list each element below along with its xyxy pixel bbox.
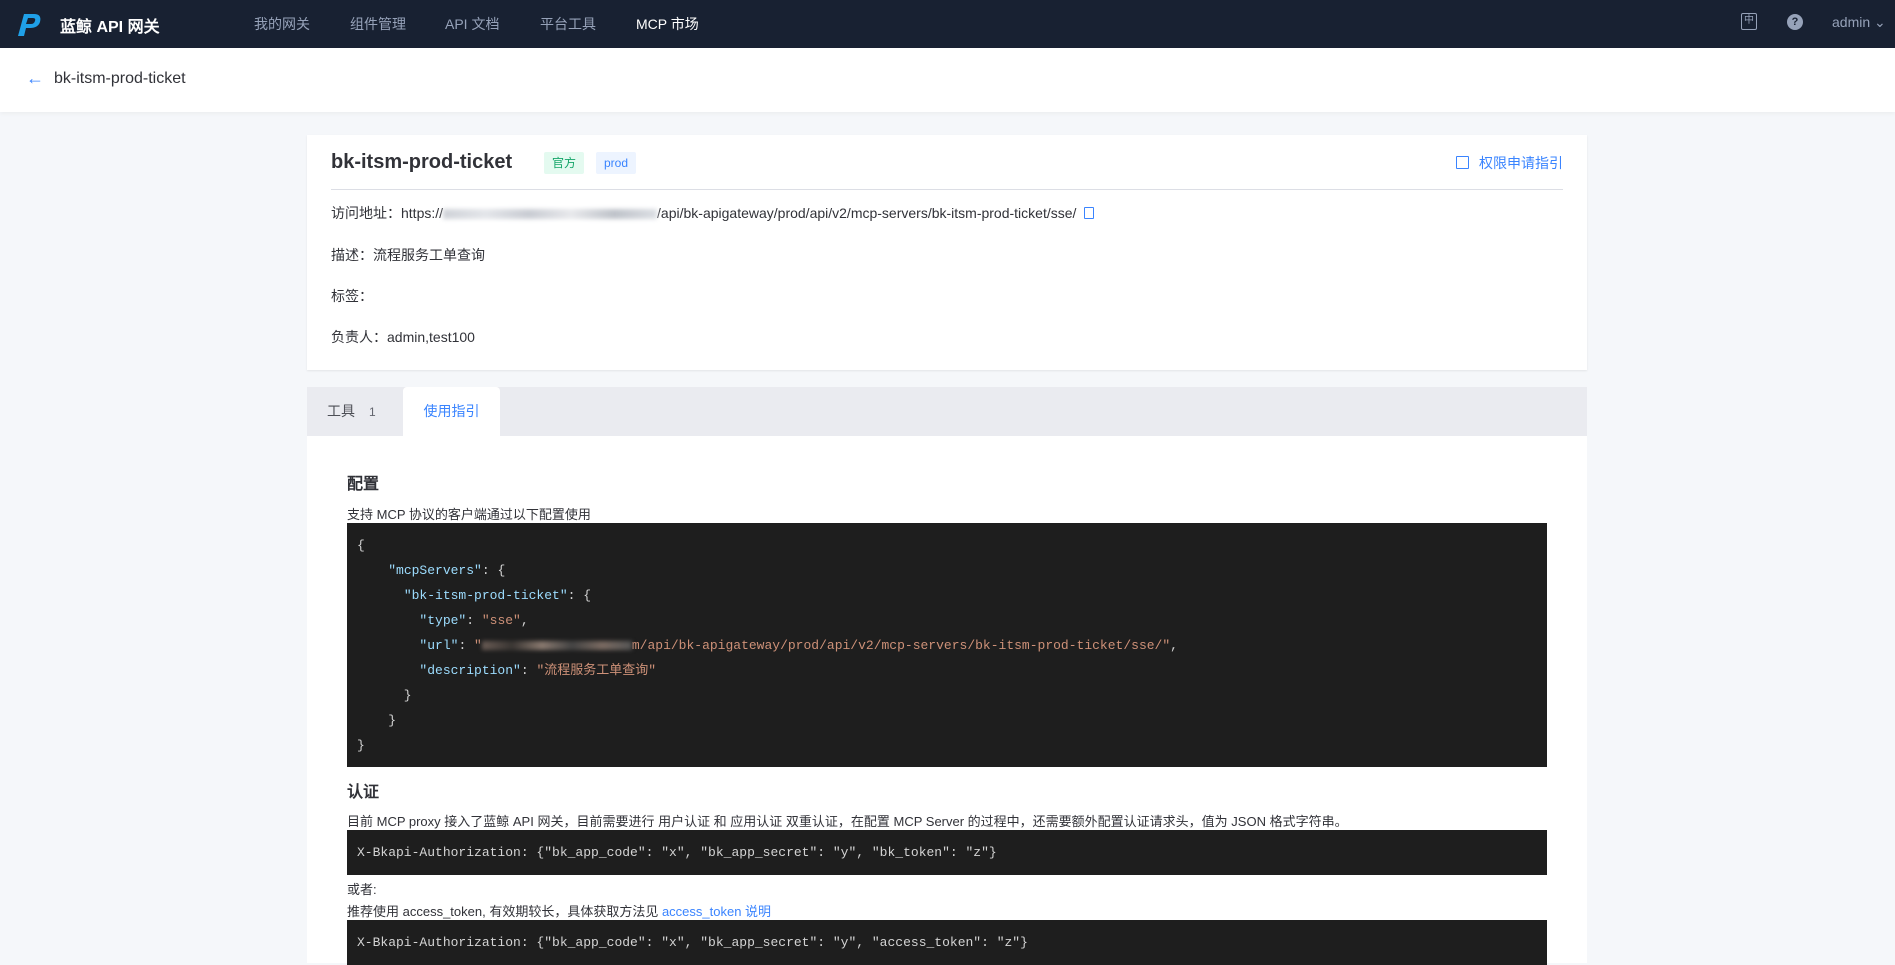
official-tag: 官方 — [544, 152, 585, 174]
tab-usage-guide[interactable]: 使用指引 — [403, 387, 500, 436]
usage-guide-panel: 配置 支持 MCP 协议的客户端通过以下配置使用 { "mcpServers":… — [307, 436, 1587, 965]
code-key: "mcpServers" — [388, 563, 482, 578]
server-title: bk-itsm-prod-ticket — [331, 151, 513, 173]
auth-heading: 认证 — [347, 784, 380, 801]
desc-value: 流程服务工单查询 — [373, 247, 485, 263]
code-line: "description": "流程服务工单查询" — [419, 663, 657, 678]
code-string: " — [474, 638, 482, 653]
user-menu[interactable]: admin ⌄ — [1832, 14, 1886, 31]
desc-label: 描述： — [331, 247, 373, 263]
nav-mcp-market[interactable]: MCP 市场 — [636, 14, 699, 34]
code-key: "url" — [419, 638, 459, 653]
auth-code-block-2[interactable]: X-Bkapi-Authorization: {"bk_app_code": "… — [347, 920, 1547, 965]
language-icon[interactable]: 中 — [1741, 13, 1757, 30]
tab-tools-label: 工具 — [327, 403, 355, 419]
code-line: "type": "sse", — [419, 613, 529, 628]
copy-icon[interactable] — [1084, 207, 1095, 219]
chevron-down-icon: ⌄ — [1874, 14, 1886, 30]
code-key: "type" — [419, 613, 467, 628]
config-description: 支持 MCP 协议的客户端通过以下配置使用 — [347, 507, 591, 522]
recommend-label: 推荐使用 access_token, 有效期较长，具体获取方法见 — [347, 904, 659, 919]
permission-guide-link[interactable]: 权限申请指引 — [1456, 153, 1563, 173]
tab-tools-count: 1 — [369, 405, 376, 419]
redacted-host — [443, 209, 658, 220]
top-navbar: 蓝鲸 API 网关 我的网关 组件管理 API 文档 平台工具 MCP 市场 中… — [0, 0, 1895, 48]
owner-label: 负责人： — [331, 329, 387, 345]
app-logo-icon — [18, 14, 41, 36]
nav-platform-tools[interactable]: 平台工具 — [540, 14, 596, 34]
owner-row: 负责人：admin,test100 — [331, 327, 475, 347]
nav-components[interactable]: 组件管理 — [350, 14, 406, 34]
server-info-card: bk-itsm-prod-ticket 官方 prod 权限申请指引 访问地址：… — [307, 135, 1587, 370]
access-url-row: 访问地址：https:// /api/bk-apigateway/prod/api… — [331, 203, 1095, 223]
recommend-text: 推荐使用 access_token, 有效期较长，具体获取方法见 access_… — [347, 901, 771, 920]
config-heading: 配置 — [347, 476, 380, 493]
brand-title: 蓝鲸 API 网关 — [60, 19, 160, 36]
url-label: 访问地址： — [331, 205, 401, 221]
labels-row: 标签： — [331, 286, 373, 306]
help-icon[interactable]: ? — [1787, 14, 1803, 30]
code-line: "bk-itsm-prod-ticket": { — [403, 588, 592, 603]
tab-bar: 工具 1 使用指引 — [307, 387, 1587, 436]
tab-tools[interactable]: 工具 1 — [327, 387, 376, 436]
access-token-doc-link[interactable]: access_token 说明 — [662, 904, 771, 919]
nav-my-gateway[interactable]: 我的网关 — [254, 14, 310, 34]
code-string: "流程服务工单查询" — [536, 663, 657, 678]
code-key: "bk-itsm-prod-ticket" — [403, 588, 568, 603]
back-arrow-icon[interactable]: ← — [26, 68, 44, 89]
code-string: m/api/bk-apigateway/prod/api/v2/mcp-serv… — [631, 638, 1171, 653]
permission-guide-label: 权限申请指引 — [1479, 155, 1563, 171]
code-line: "mcpServers": { — [388, 563, 506, 578]
divider — [331, 189, 1563, 190]
nav-api-docs[interactable]: API 文档 — [445, 14, 499, 34]
url-prefix: https:// — [401, 205, 444, 221]
or-text: 或者: — [347, 882, 377, 897]
owner-value: admin,test100 — [387, 329, 475, 345]
code-line: "url": " m/api/bk-apigateway/prod/api/v2/… — [419, 638, 1178, 653]
page-subheader: ← bk-itsm-prod-ticket — [0, 48, 1895, 112]
code-key: "description" — [419, 663, 521, 678]
env-tag: prod — [596, 152, 637, 174]
page-title: bk-itsm-prod-ticket — [54, 70, 186, 87]
redacted-host — [481, 641, 632, 651]
code-line: } — [357, 713, 397, 728]
code-line: { — [357, 538, 365, 553]
external-link-icon — [1456, 156, 1469, 169]
description-row: 描述：流程服务工单查询 — [331, 245, 485, 265]
auth-description: 目前 MCP proxy 接入了蓝鲸 API 网关，目前需要进行 用户认证 和 … — [347, 814, 1348, 829]
code-line: } — [357, 688, 412, 703]
code-string: "sse" — [481, 613, 521, 628]
url-suffix: /api/bk-apigateway/prod/api/v2/mcp-serve… — [657, 205, 1077, 221]
code-line: } — [357, 738, 365, 753]
config-code-block[interactable]: { "mcpServers": { "bk-itsm-prod-ticket":… — [347, 523, 1547, 767]
labels-label: 标签： — [331, 288, 373, 304]
auth-code-block-1[interactable]: X-Bkapi-Authorization: {"bk_app_code": "… — [347, 830, 1547, 875]
username: admin — [1832, 14, 1871, 30]
